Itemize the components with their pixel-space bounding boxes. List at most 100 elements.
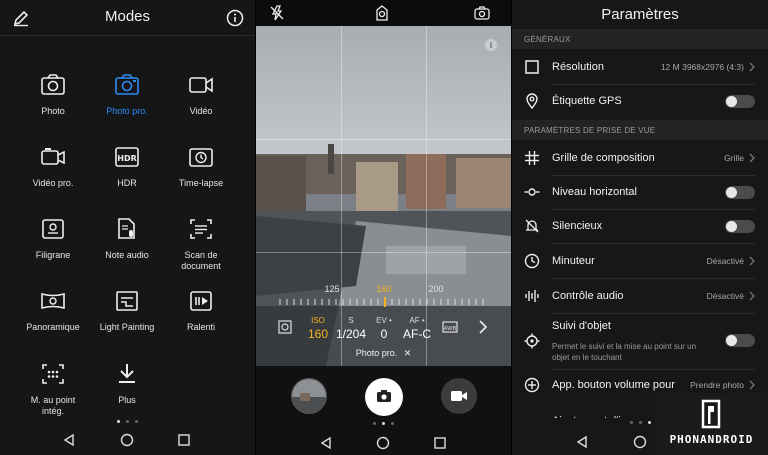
- setting-resolution[interactable]: Résolution 12 M 3968x2976 (4:3): [512, 50, 768, 84]
- af-label: AF •: [409, 316, 425, 325]
- mode-label: Light Painting: [99, 322, 155, 332]
- shutter-value[interactable]: 1/204: [336, 327, 366, 341]
- mode-tag-label: Photo pro.: [355, 348, 398, 358]
- mode-video[interactable]: Vidéo: [159, 73, 243, 133]
- chevron-right-icon: [749, 256, 755, 266]
- download-icon: [119, 364, 135, 383]
- resolution-icon: [525, 60, 539, 74]
- camera-pro-icon: [115, 74, 139, 95]
- iso-value[interactable]: 160: [308, 327, 328, 341]
- watermark-text: PHONANDROID: [669, 433, 754, 446]
- mode-photo[interactable]: Photo: [11, 73, 95, 133]
- gallery-thumbnail[interactable]: [291, 378, 327, 414]
- home-icon[interactable]: [633, 435, 647, 449]
- white-balance-icon[interactable]: AWB: [442, 320, 458, 334]
- mode-label: Photo pro.: [106, 106, 148, 116]
- mode-label: Filigrane: [35, 250, 71, 260]
- setting-timer[interactable]: Minuteur Désactivé: [512, 244, 768, 278]
- shutter-label: S: [348, 316, 354, 325]
- mode-watermark[interactable]: Filigrane: [11, 217, 95, 277]
- setting-gps[interactable]: Étiquette GPS: [512, 84, 768, 118]
- setting-label: Résolution: [552, 61, 604, 73]
- page-title: Modes: [104, 8, 151, 25]
- setting-object-tracking[interactable]: Suivi d'objet Permet le suivi et la mise…: [512, 313, 768, 369]
- iso-scale-slider[interactable]: [278, 297, 488, 307]
- flash-off-icon[interactable]: [268, 4, 286, 22]
- grid-line: [426, 26, 427, 366]
- mode-label: Vidéo pro.: [32, 178, 74, 188]
- mode-light-painting[interactable]: Light Painting: [85, 289, 169, 349]
- close-icon[interactable]: ✕: [404, 348, 412, 358]
- watermark-logo: PHONANDROID: [655, 393, 768, 455]
- home-icon[interactable]: [376, 436, 390, 450]
- setting-value: 12 M 3968x2976 (4:3): [660, 62, 744, 72]
- all-focus-icon: [42, 364, 64, 384]
- mode-panorama[interactable]: Panoramique: [11, 289, 95, 349]
- back-icon[interactable]: [575, 435, 589, 449]
- ev-value[interactable]: 0: [381, 327, 388, 341]
- setting-grid[interactable]: Grille de composition Grille: [512, 141, 768, 175]
- mode-photo-pro[interactable]: Photo pro.: [85, 73, 169, 133]
- mode-hdr[interactable]: HDR HDR: [85, 145, 169, 205]
- chevron-right-icon: [749, 380, 755, 390]
- gps-toggle[interactable]: [725, 95, 755, 108]
- mode-tag: Photo pro. ✕: [256, 348, 511, 359]
- shutter-button[interactable]: [365, 378, 403, 416]
- grid-line: [341, 26, 342, 366]
- audio-wave-icon: [525, 290, 539, 302]
- mode-more[interactable]: Plus: [85, 362, 169, 422]
- mode-document-scan[interactable]: Scan de document: [159, 217, 243, 277]
- record-video-button[interactable]: [441, 378, 477, 414]
- recents-icon[interactable]: [177, 433, 191, 447]
- mute-icon: [525, 219, 539, 233]
- back-icon[interactable]: [319, 436, 333, 450]
- silent-toggle[interactable]: [725, 220, 755, 233]
- mode-all-focus[interactable]: M. au point intég.: [11, 362, 95, 422]
- back-icon[interactable]: [62, 433, 76, 447]
- home-icon[interactable]: [120, 433, 134, 447]
- setting-label: Étiquette GPS: [552, 95, 622, 107]
- setting-audio-control[interactable]: Contrôle audio Désactivé: [512, 279, 768, 313]
- switch-camera-icon[interactable]: [473, 4, 491, 22]
- video-icon: [189, 77, 213, 93]
- camera-icon: [377, 390, 391, 402]
- iso-scale-number: 125: [324, 284, 340, 294]
- mode-label: Scan de document: [181, 250, 221, 271]
- video-icon: [451, 391, 467, 401]
- setting-value: Grille: [724, 153, 744, 163]
- light-painting-icon: [116, 291, 138, 311]
- mode-audio-note[interactable]: Note audio: [85, 217, 169, 277]
- recents-icon[interactable]: [433, 436, 447, 450]
- section-header-general: GÉNÉRAUX: [512, 29, 768, 49]
- setting-value: Désactivé: [706, 256, 744, 266]
- level-toggle[interactable]: [725, 186, 755, 199]
- mode-label: Vidéo: [189, 106, 213, 116]
- metering-icon[interactable]: [278, 320, 292, 334]
- setting-label: Minuteur: [552, 255, 595, 267]
- setting-level[interactable]: Niveau horizontal: [512, 175, 768, 209]
- gallery-preview: [292, 379, 326, 413]
- mode-timelapse[interactable]: Time-lapse: [159, 145, 243, 205]
- info-icon[interactable]: [226, 9, 244, 27]
- mode-label: Photo: [41, 106, 65, 116]
- ev-label: EV •: [376, 316, 392, 325]
- af-value[interactable]: AF-C: [403, 327, 431, 341]
- svg-text:i: i: [490, 41, 493, 50]
- mode-slow-motion[interactable]: Ralenti: [159, 289, 243, 349]
- chevron-right-icon: [749, 62, 755, 72]
- hdr-icon: HDR: [115, 147, 139, 167]
- video-pro-icon: [41, 148, 65, 165]
- chevron-right-icon[interactable]: [478, 320, 488, 334]
- location-icon: [526, 93, 538, 109]
- svg-text:AWB: AWB: [444, 326, 457, 332]
- setting-label: Grille de composition: [552, 152, 655, 164]
- setting-silent[interactable]: Silencieux: [512, 209, 768, 243]
- mode-label: Panoramique: [26, 322, 80, 332]
- viewfinder[interactable]: i: [256, 26, 511, 366]
- mode-video-pro[interactable]: Vidéo pro.: [11, 145, 95, 205]
- ai-scene-icon[interactable]: [373, 4, 391, 22]
- setting-value: Prendre photo: [690, 380, 744, 390]
- chevron-right-icon: [749, 291, 755, 301]
- tracking-toggle[interactable]: [725, 334, 755, 347]
- mode-label: Note audio: [105, 250, 149, 260]
